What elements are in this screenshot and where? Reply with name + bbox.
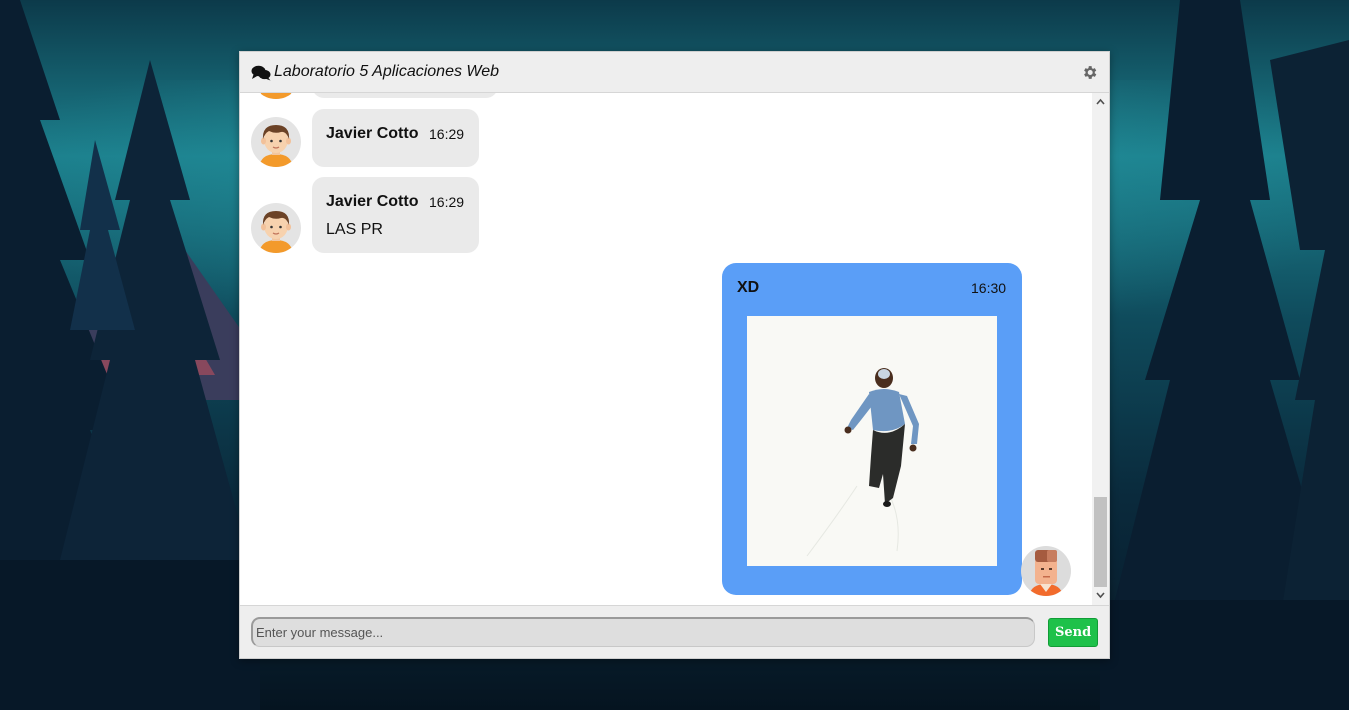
chevron-up-icon[interactable] <box>1096 98 1105 106</box>
message-bubble: Javier Cotto 16:29 <box>312 109 479 167</box>
message-time: 16:29 <box>429 194 465 210</box>
avatar <box>251 93 301 99</box>
message-bubble-outgoing: XD 16:30 <box>722 263 1022 595</box>
message-sender: XD <box>737 279 760 296</box>
message-text: LAS PR <box>326 221 383 238</box>
message-input[interactable] <box>251 617 1035 647</box>
background-trees-left <box>0 0 260 710</box>
message-list[interactable]: Javier Cotto 16:29 Javier Cotto 16:29 LA… <box>240 93 1092 605</box>
message-sender: Javier Cotto <box>326 193 419 210</box>
message-bubble-partial <box>312 93 498 98</box>
gear-icon[interactable] <box>1081 64 1098 81</box>
background-trees-right <box>1100 0 1349 710</box>
message-bubble: Javier Cotto 16:29 LAS PR <box>312 177 479 253</box>
chat-header: Laboratorio 5 Aplicaciones Web <box>240 52 1109 93</box>
chat-window: Laboratorio 5 Aplicaciones Web Javier Co… <box>239 51 1110 659</box>
chat-title: Laboratorio 5 Aplicaciones Web <box>274 63 500 80</box>
message-time: 16:30 <box>971 280 1007 296</box>
message-scrollbar[interactable] <box>1092 93 1109 605</box>
walking-man-image <box>747 316 997 566</box>
message-image[interactable] <box>747 316 997 566</box>
scrollbar-thumb[interactable] <box>1094 497 1107 587</box>
chat-footer: Send <box>240 605 1109 658</box>
avatar-javier-cotto <box>251 203 301 253</box>
message-time: 16:29 <box>429 126 465 142</box>
avatar-javier-cotto <box>251 117 301 167</box>
send-button[interactable]: Send <box>1048 618 1098 647</box>
comments-icon <box>251 65 271 81</box>
chevron-down-icon[interactable] <box>1096 591 1105 599</box>
avatar-self <box>1021 546 1071 596</box>
message-sender: Javier Cotto <box>326 125 419 142</box>
